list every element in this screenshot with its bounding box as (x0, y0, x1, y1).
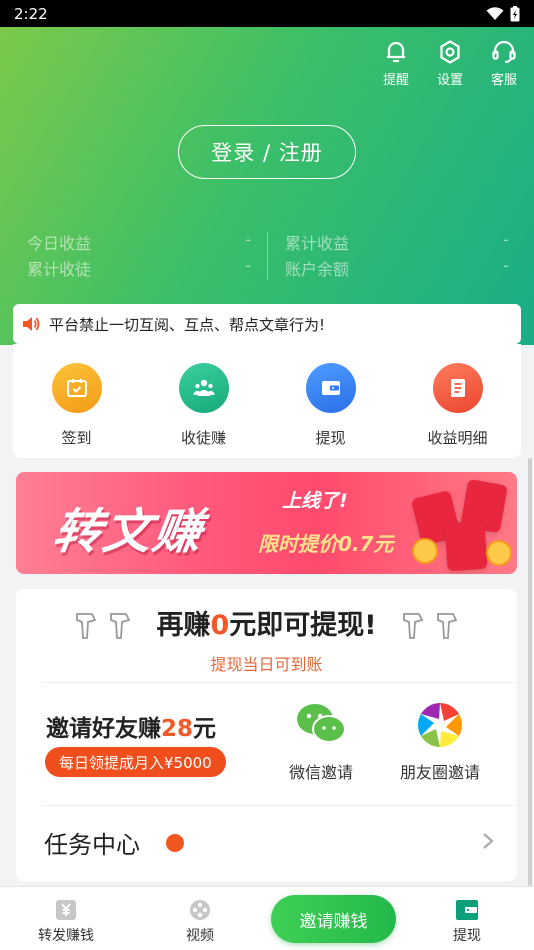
notice-text: 平台禁止一切互阅、互点、帮点文章行为! (49, 315, 326, 334)
coin-icon (412, 538, 438, 564)
login-register-button[interactable]: 登录 / 注册 (178, 125, 356, 179)
notice-bar: 平台禁止一切互阅、互点、帮点文章行为! (13, 304, 521, 344)
banner-online-tag: 上线了! (282, 490, 348, 512)
profile-header: 提醒 设置 客服 登录 / 注册 今日收益 - 累计收益 - 累计收徒 - 账户余额 - (0, 27, 534, 345)
promo-banner[interactable]: 转文赚 上线了! 限时提价0.7元 (16, 472, 517, 574)
stat-total-earnings: 累计收益 - (285, 230, 509, 253)
settings-button[interactable]: 设置 (428, 39, 472, 88)
scrollbar[interactable] (528, 458, 532, 886)
recruit-apprentice-button[interactable]: 收徒赚 (149, 363, 259, 458)
notification-dot (166, 833, 184, 852)
earnings-stats: 今日收益 - 累计收益 - 累计收徒 - 账户余额 - (27, 230, 509, 282)
wechat-invite-button[interactable]: 微信邀请 (271, 701, 371, 783)
coin-icon (486, 540, 512, 566)
stats-divider (267, 232, 268, 280)
pointing-hand-icon (437, 613, 458, 639)
speaker-icon (23, 317, 40, 331)
invite-title: 邀请好友赚28元 (46, 716, 217, 742)
customer-service-button[interactable]: 客服 (482, 39, 526, 88)
wallet-icon (321, 381, 340, 395)
banner-price-tag: 限时提价0.7元 (258, 532, 394, 556)
commission-badge: 每日领提成月入¥5000 (45, 747, 226, 777)
tab-withdraw[interactable]: 提现 (427, 899, 507, 945)
status-bar: 2:22 (0, 0, 534, 27)
stat-account-balance: 账户余额 - (285, 256, 509, 279)
yen-icon (56, 900, 76, 920)
wifi-icon (486, 6, 504, 20)
bell-icon (387, 41, 405, 63)
people-icon (192, 379, 215, 396)
stat-today-earnings: 今日收益 - (27, 230, 251, 253)
headset-icon (492, 40, 516, 64)
red-envelope-icon (444, 520, 488, 572)
film-reel-icon (190, 900, 210, 920)
quick-actions: 签到 收徒赚 提现 收益明细 (13, 344, 521, 458)
earnings-detail-button[interactable]: 收益明细 (403, 363, 513, 458)
stat-total-apprentices: 累计收徒 - (27, 256, 251, 279)
gear-icon (440, 40, 460, 64)
divider (43, 682, 517, 683)
banner-title: 转文赚 (49, 504, 208, 560)
bottom-tab-bar: 转发赚钱 视频 邀请赚钱 提现 (0, 886, 534, 950)
divider (43, 805, 517, 806)
checkin-button[interactable]: 签到 (22, 363, 132, 458)
pointing-hand-icon (403, 613, 424, 639)
chevron-right-icon (483, 833, 494, 849)
wechat-icon (297, 704, 346, 743)
status-time: 2:22 (14, 4, 48, 23)
invite-earn-button[interactable]: 邀请赚钱 (271, 895, 396, 943)
calendar-icon (66, 379, 87, 397)
header-actions: 提醒 设置 客服 (374, 39, 526, 88)
moments-aperture-icon (418, 703, 462, 747)
invite-card: 再赚0元即可提现! 提现当日可到账 邀请好友赚28元 每日领提成月入¥5000 … (16, 589, 517, 881)
task-center-row[interactable]: 任务中心 (44, 825, 184, 860)
withdraw-subtitle: 提现当日可到账 (210, 655, 323, 674)
battery-icon (510, 5, 520, 21)
tab-share-earn[interactable]: 转发赚钱 (26, 899, 106, 945)
withdraw-button[interactable]: 提现 (276, 363, 386, 458)
tab-video[interactable]: 视频 (160, 899, 240, 945)
document-icon (450, 379, 465, 397)
moments-invite-button[interactable]: 朋友圈邀请 (390, 701, 490, 783)
reminder-button[interactable]: 提醒 (374, 39, 418, 88)
wallet-icon (456, 900, 478, 920)
